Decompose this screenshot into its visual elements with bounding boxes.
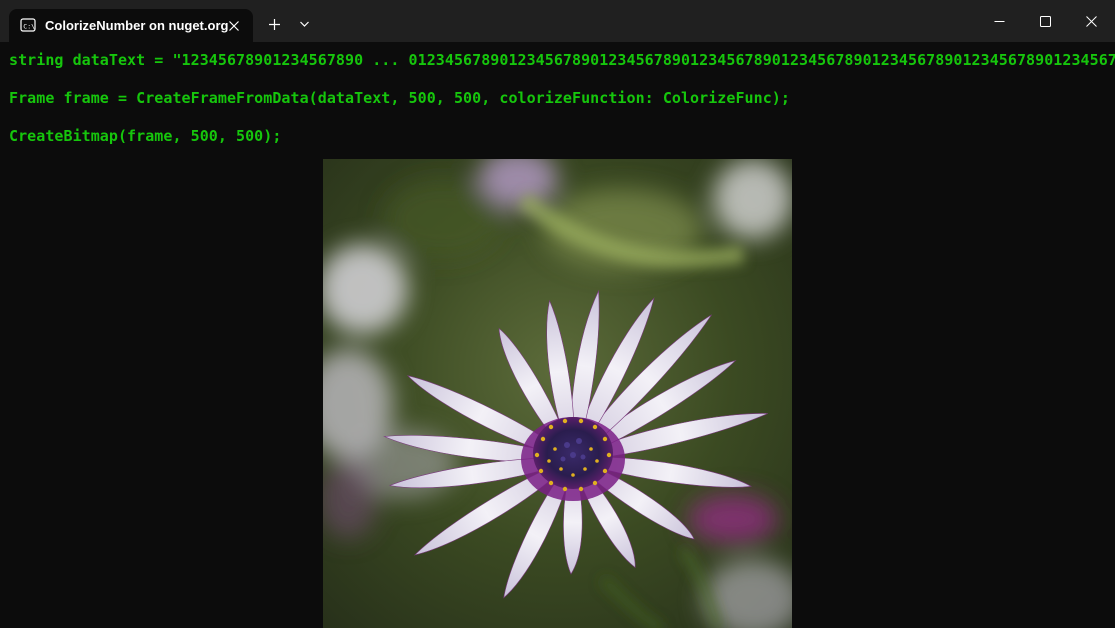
flower-bitmap-image [323, 159, 792, 628]
close-icon [229, 21, 239, 31]
code-line-data-text: string dataText = "12345678901234567890 … [9, 51, 1115, 69]
tab-close-button[interactable] [223, 15, 245, 37]
tab-dropdown-button[interactable] [291, 12, 317, 36]
chevron-down-icon [299, 21, 309, 27]
terminal-window: C:\ ColorizeNumber on nuget.org string d… [0, 0, 1115, 628]
close-window-button[interactable] [1068, 0, 1114, 42]
terminal-icon: C:\ [20, 18, 36, 32]
tab-title: ColorizeNumber on nuget.org [45, 18, 229, 33]
maximize-icon [1039, 15, 1051, 27]
code-line-create-frame: Frame frame = CreateFrameFromData(dataTe… [9, 89, 790, 107]
minimize-icon [994, 20, 1004, 22]
code-line-create-bitmap: CreateBitmap(frame, 500, 500); [9, 127, 282, 145]
plus-icon [268, 18, 280, 30]
new-tab-button[interactable] [261, 12, 287, 36]
title-bar[interactable]: C:\ ColorizeNumber on nuget.org [0, 0, 1115, 42]
svg-text:C:\: C:\ [23, 23, 35, 31]
minimize-button[interactable] [976, 0, 1022, 42]
tab-active[interactable]: C:\ ColorizeNumber on nuget.org [9, 9, 253, 42]
terminal-output[interactable]: string dataText = "12345678901234567890 … [0, 42, 1115, 628]
maximize-button[interactable] [1022, 0, 1068, 42]
close-icon [1085, 15, 1097, 27]
